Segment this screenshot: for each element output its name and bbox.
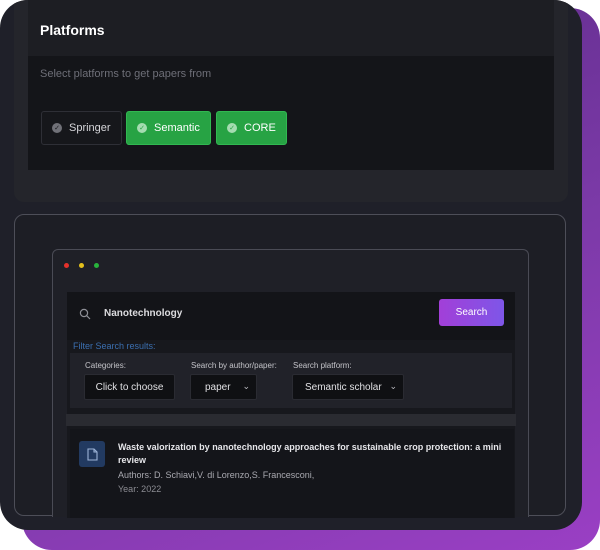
filter-panel: Categories: Click to choose Search by au… bbox=[70, 353, 512, 408]
divider bbox=[66, 414, 516, 426]
minimize-dot-icon[interactable] bbox=[79, 263, 84, 268]
search-button[interactable]: Search bbox=[439, 299, 504, 326]
platform-label: Search platform: bbox=[293, 361, 352, 370]
filter-results-link[interactable]: Filter Search results: bbox=[73, 341, 156, 351]
platforms-title: Platforms bbox=[40, 22, 105, 38]
platforms-hint: Select platforms to get papers from bbox=[40, 68, 212, 80]
categories-select[interactable]: Click to choose bbox=[84, 374, 175, 400]
platform-chip-label: CORE bbox=[244, 122, 276, 134]
author-paper-select[interactable]: paper ⌄ bbox=[190, 374, 257, 400]
browser-window: Nanotechnology Search Filter Search resu… bbox=[52, 249, 529, 518]
preview-frame: Nanotechnology Search Filter Search resu… bbox=[14, 214, 566, 518]
categories-label: Categories: bbox=[85, 361, 126, 370]
platform-chip-springer[interactable]: ✓ Springer bbox=[41, 111, 122, 145]
platform-select[interactable]: Semantic scholar ⌄ bbox=[292, 374, 404, 400]
close-dot-icon[interactable] bbox=[64, 263, 69, 268]
search-input[interactable]: Nanotechnology bbox=[104, 308, 182, 319]
platforms-panel: Platforms Select platforms to get papers… bbox=[14, 0, 568, 202]
platform-select-value: Semantic scholar bbox=[305, 381, 382, 393]
result-year: Year: 2022 bbox=[118, 484, 162, 494]
document-icon bbox=[79, 441, 105, 467]
platform-chip-core[interactable]: ✓ CORE bbox=[216, 111, 287, 145]
platform-chip-label: Semantic bbox=[154, 122, 200, 134]
platforms-header: Platforms bbox=[28, 0, 554, 56]
search-icon bbox=[79, 308, 91, 320]
maximize-dot-icon[interactable] bbox=[94, 263, 99, 268]
check-icon: ✓ bbox=[227, 123, 237, 133]
result-card[interactable]: Waste valorization by nanotechnology app… bbox=[70, 429, 514, 518]
result-title[interactable]: Waste valorization by nanotechnology app… bbox=[118, 441, 502, 467]
author-paper-value: paper bbox=[205, 381, 231, 393]
check-icon: ✓ bbox=[52, 123, 62, 133]
search-bar: Nanotechnology Search bbox=[67, 292, 515, 340]
main-card: Platforms Select platforms to get papers… bbox=[0, 0, 582, 530]
platform-chip-label: Springer bbox=[69, 122, 111, 134]
result-authors: Authors: D. Schiavi,V. di Lorenzo,S. Fra… bbox=[118, 470, 315, 480]
platform-chip-semantic[interactable]: ✓ Semantic bbox=[126, 111, 211, 145]
author-paper-label: Search by author/paper: bbox=[191, 361, 277, 370]
check-icon: ✓ bbox=[137, 123, 147, 133]
chevron-down-icon: ⌄ bbox=[389, 381, 397, 391]
platforms-body: Select platforms to get papers from ✓ Sp… bbox=[28, 56, 554, 170]
browser-content: Nanotechnology Search Filter Search resu… bbox=[66, 292, 516, 518]
chevron-down-icon: ⌄ bbox=[242, 381, 250, 391]
